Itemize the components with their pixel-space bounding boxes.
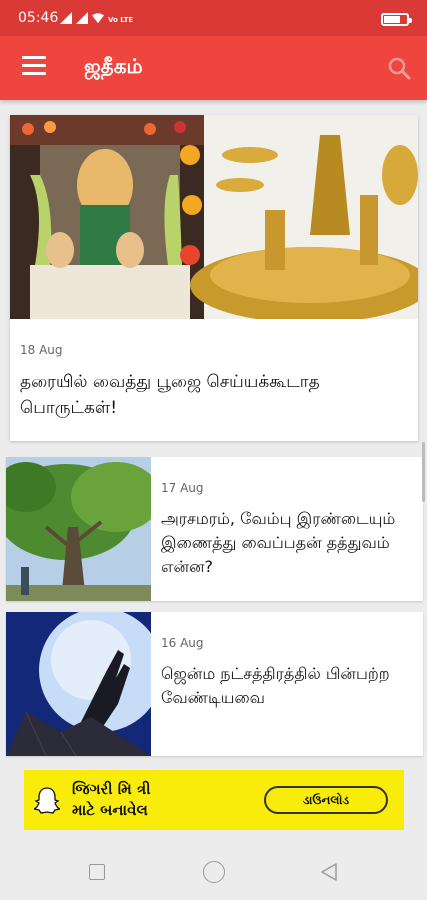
article-image-featured: [10, 115, 418, 319]
search-icon[interactable]: [387, 56, 411, 80]
article-date: 18 Aug: [20, 343, 63, 357]
network-label: Vo LTE: [108, 16, 134, 24]
ad-download-button[interactable]: ડાઉનલોડ: [264, 786, 388, 814]
status-bar: 05:46 Vo LTE: [0, 0, 427, 36]
recents-icon[interactable]: [89, 864, 105, 880]
back-icon[interactable]: [318, 861, 340, 883]
article-feed[interactable]: 18 Aug தரையில் வைத்து பூஜை செய்யக்கூடாத …: [0, 100, 427, 760]
hamburger-icon[interactable]: [22, 56, 46, 76]
ad-headline-line1: જિગરી મિ ત્રી: [72, 780, 151, 798]
status-time: 05:46: [18, 10, 59, 26]
battery-icon: [381, 13, 412, 26]
snapchat-ghost-icon: [34, 787, 60, 814]
signal-icon-2: [76, 12, 88, 24]
scrollbar[interactable]: [422, 442, 425, 502]
article-image: [6, 457, 151, 601]
article-card-featured[interactable]: 18 Aug தரையில் வைத்து பூஜை செய்யக்கூடாத …: [10, 115, 418, 441]
wifi-icon: [92, 13, 104, 24]
signal-icon: [60, 12, 72, 24]
app-title: ஜதீகம்: [84, 54, 143, 78]
article-title[interactable]: அரசமரம், வேம்பு இரண்டையும் இணைத்து வைப்ப…: [161, 507, 419, 579]
article-title[interactable]: தரையில் வைத்து பூஜை செய்யக்கூடாத பொருட்க…: [20, 369, 410, 421]
article-date: 16 Aug: [161, 636, 204, 650]
article-date: 17 Aug: [161, 481, 204, 495]
article-card[interactable]: 16 Aug ஜென்ம நட்சத்திரத்தில் பின்பற்ற வே…: [6, 612, 423, 756]
ad-headline-line2: માટે બનાવેલ: [72, 801, 148, 819]
app-bar: ஜதீகம்: [0, 36, 427, 100]
article-card[interactable]: 17 Aug அரசமரம், வேம்பு இரண்டையும் இணைத்த…: [6, 457, 423, 601]
home-icon[interactable]: [203, 861, 225, 883]
article-image: [6, 612, 151, 756]
ad-headline: જિગરી મિ ત્રી માટે બનાવેલ: [72, 779, 151, 821]
ad-banner[interactable]: જિગરી મિ ત્રી માટે બનાવેલ ડાઉનલોડ: [24, 770, 404, 830]
status-icons: Vo LTE: [60, 12, 133, 24]
article-title[interactable]: ஜென்ம நட்சத்திரத்தில் பின்பற்ற வேண்டியவை: [161, 662, 419, 710]
system-nav-bar: [0, 845, 427, 900]
